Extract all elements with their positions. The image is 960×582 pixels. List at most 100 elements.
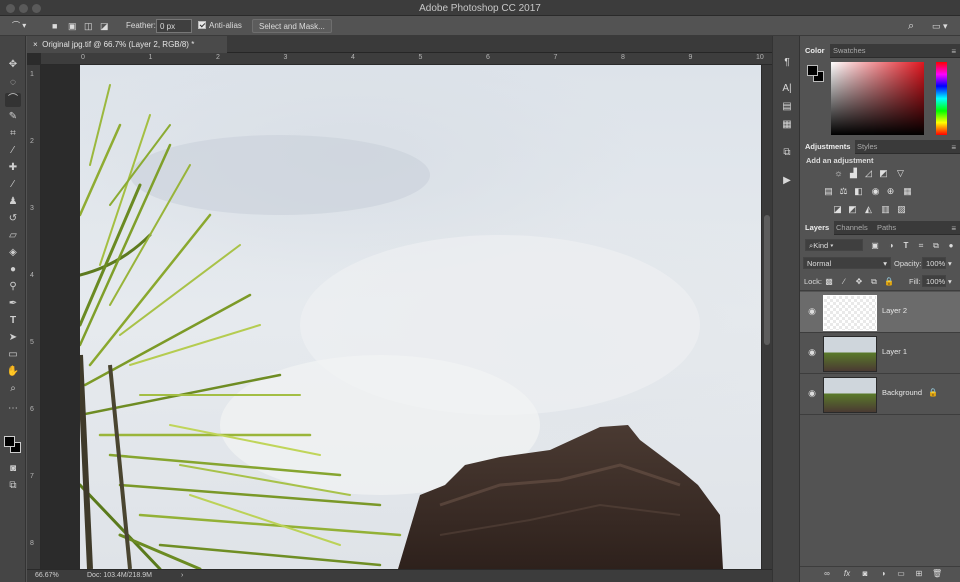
new-selection-icon[interactable]: ■ <box>52 19 57 33</box>
fill-input[interactable]: 100% <box>922 275 946 287</box>
layer-name[interactable]: Background <box>882 388 922 397</box>
eye-icon[interactable]: ◉ <box>807 306 817 316</box>
lasso-tool-icon[interactable]: ⌒ <box>5 93 21 107</box>
layer-row-background[interactable]: ◉ Background 🔒 <box>800 374 960 415</box>
levels-icon[interactable]: ▟ <box>848 168 859 178</box>
black-white-icon[interactable]: ◧ <box>853 186 864 196</box>
close-tab-icon[interactable]: × <box>33 40 38 49</box>
new-layer-icon[interactable]: ⊞ <box>914 569 924 578</box>
lock-artboard-icon[interactable]: ⧉ <box>869 277 879 287</box>
brightness-contrast-icon[interactable]: ☼ <box>833 168 844 178</box>
quick-mask-icon[interactable]: ◙ <box>5 462 21 476</box>
crop-tool-icon[interactable]: ⌗ <box>5 127 21 141</box>
tab-paths[interactable]: Paths <box>872 221 901 235</box>
eye-icon[interactable]: ◉ <box>807 347 817 357</box>
eye-icon[interactable]: ◉ <box>807 388 817 398</box>
link-layers-icon[interactable]: ∞ <box>822 569 832 578</box>
screen-mode-icon[interactable]: ⧉ <box>5 479 21 493</box>
lock-all-icon[interactable]: 🔒 <box>884 277 894 286</box>
exposure-icon[interactable]: ◩ <box>878 168 889 178</box>
healing-brush-tool-icon[interactable]: ✚ <box>5 161 21 175</box>
search-icon[interactable]: ⌕ <box>908 19 914 33</box>
gradient-map-icon[interactable]: ▨ <box>896 204 907 214</box>
history-panel-icon[interactable]: ⧉ <box>780 146 794 160</box>
history-brush-tool-icon[interactable]: ↺ <box>5 212 21 226</box>
color-picker-field[interactable] <box>831 62 924 135</box>
opacity-arrow-icon[interactable]: ▾ <box>948 259 952 268</box>
tab-color[interactable]: Color <box>800 44 830 58</box>
more-tools-icon[interactable]: ⋯ <box>5 402 21 416</box>
status-menu-icon[interactable]: › <box>181 570 183 582</box>
brush-tool-icon[interactable]: ∕ <box>5 178 21 192</box>
blur-tool-icon[interactable]: ● <box>5 263 21 277</box>
rectangle-tool-icon[interactable]: ▭ <box>5 348 21 362</box>
tab-layers[interactable]: Layers <box>800 221 835 235</box>
filter-smart-object-icon[interactable]: ⧉ <box>931 241 941 251</box>
filter-pixel-icon[interactable]: ▣ <box>870 241 880 250</box>
hue-saturation-icon[interactable]: ▤ <box>823 186 834 196</box>
tab-adjustments[interactable]: Adjustments <box>800 140 856 154</box>
new-group-icon[interactable]: ▭ <box>896 569 906 578</box>
fg-color-chip[interactable] <box>807 65 818 76</box>
intersect-selection-icon[interactable]: ◪ <box>100 19 109 33</box>
color-lookup-icon[interactable]: ▦ <box>902 186 913 196</box>
tab-swatches[interactable]: Swatches <box>828 44 871 58</box>
threshold-icon[interactable]: ◭ <box>863 204 874 214</box>
type-tool-icon[interactable]: T <box>5 314 21 328</box>
channel-mixer-icon[interactable]: ⊕ <box>885 186 896 196</box>
fill-arrow-icon[interactable]: ▾ <box>948 277 952 286</box>
antialias-checkbox[interactable]: Anti-alias <box>198 19 242 33</box>
layer-row-layer-2[interactable]: ◉ Layer 2 <box>800 292 960 333</box>
eraser-tool-icon[interactable]: ▱ <box>5 229 21 243</box>
blend-mode-select[interactable]: Normal ▾ <box>803 257 891 269</box>
workspace-icon[interactable]: ▭ ▾ <box>932 19 948 33</box>
delete-layer-icon[interactable]: 🗑 <box>932 569 942 578</box>
panel-menu-icon[interactable]: ≡ <box>951 47 956 56</box>
vertical-scrollbar[interactable] <box>762 65 772 569</box>
tab-styles[interactable]: Styles <box>852 140 882 154</box>
libraries-panel-icon[interactable]: ▦ <box>780 118 794 132</box>
posterize-icon[interactable]: ◩ <box>847 204 858 214</box>
feather-input[interactable]: 0 px <box>156 19 192 33</box>
new-adjustment-icon[interactable]: ◑ <box>878 569 888 578</box>
select-and-mask-button[interactable]: Select and Mask... <box>252 19 332 33</box>
filter-shape-icon[interactable]: ⌗ <box>916 241 926 251</box>
filter-type-icon[interactable]: T <box>901 241 911 250</box>
properties-panel-icon[interactable]: ▤ <box>780 100 794 114</box>
marquee-tool-icon[interactable]: ◌ <box>5 76 21 90</box>
selective-color-icon[interactable]: ▥ <box>880 204 891 214</box>
invert-icon[interactable]: ◪ <box>832 204 843 214</box>
dodge-tool-icon[interactable]: ⚲ <box>5 280 21 294</box>
zoom-tool-icon[interactable]: ⌕ <box>5 382 21 396</box>
panel-menu-icon[interactable]: ≡ <box>951 224 956 233</box>
add-to-selection-icon[interactable]: ▣ <box>68 19 77 33</box>
layer-style-icon[interactable]: fx <box>842 569 852 578</box>
add-mask-icon[interactable]: ◙ <box>860 569 870 578</box>
filter-adjustment-icon[interactable]: ◑ <box>886 241 896 250</box>
eyedropper-tool-icon[interactable]: ⁄ <box>5 144 21 158</box>
lock-image-icon[interactable]: ∕ <box>839 277 849 286</box>
lock-icon[interactable]: 🔒 <box>928 388 938 397</box>
filter-toggle-icon[interactable]: ● <box>946 241 956 250</box>
lock-transparent-icon[interactable]: ▩ <box>824 277 834 286</box>
opacity-input[interactable]: 100% <box>922 257 946 269</box>
photo-filter-icon[interactable]: ◉ <box>870 186 881 196</box>
foreground-color-swatch[interactable] <box>4 436 15 447</box>
panel-menu-icon[interactable]: ≡ <box>951 143 956 152</box>
document-tab[interactable]: × Original jpg.tif @ 66.7% (Layer 2, RGB… <box>27 36 227 53</box>
layer-name[interactable]: Layer 1 <box>882 347 907 356</box>
hand-tool-icon[interactable]: ✋ <box>5 365 21 379</box>
character-panel-icon[interactable]: A| <box>780 82 794 96</box>
lasso-preset-icon[interactable]: ⌒ ▾ <box>12 19 26 33</box>
curves-icon[interactable]: ◿ <box>863 168 874 178</box>
paint-bucket-tool-icon[interactable]: ◈ <box>5 246 21 260</box>
scrollbar-thumb[interactable] <box>764 215 770 345</box>
move-tool-icon[interactable]: ✥ <box>5 58 21 72</box>
hue-slider[interactable] <box>936 62 947 135</box>
path-selection-tool-icon[interactable]: ➤ <box>5 331 21 345</box>
pen-tool-icon[interactable]: ✒ <box>5 297 21 311</box>
layer-filter-select[interactable]: ⌕Kind ▾ <box>805 239 863 251</box>
image-canvas[interactable] <box>80 65 761 569</box>
lock-position-icon[interactable]: ✥ <box>854 277 864 286</box>
color-balance-icon[interactable]: ⚖ <box>838 186 849 196</box>
